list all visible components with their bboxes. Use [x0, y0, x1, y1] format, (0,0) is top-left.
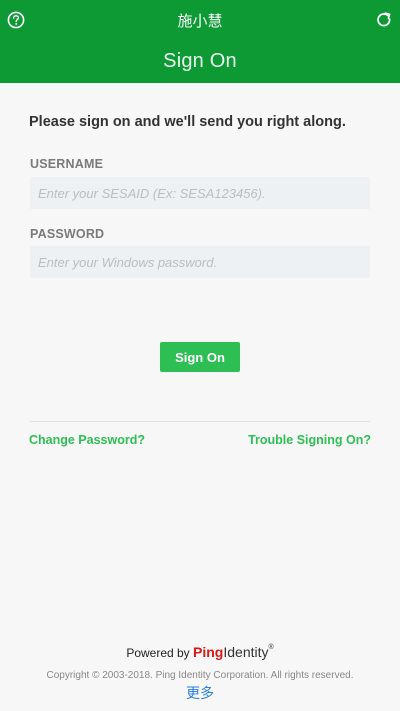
sign-on-button[interactable]: Sign On — [160, 342, 240, 372]
brand-identity-text: Identity — [223, 644, 269, 660]
powered-by: Powered by PingIdentity® — [0, 644, 400, 660]
change-password-link[interactable]: Change Password? — [29, 433, 145, 447]
sign-on-instruction: Please sign on and we'll send you right … — [29, 114, 346, 130]
ping-identity-logo: PingIdentity® — [193, 644, 274, 660]
powered-by-label: Powered by — [126, 646, 190, 660]
page-header: Sign On — [0, 40, 400, 83]
brand-ping-text: Ping — [193, 644, 224, 660]
more-link[interactable]: 更多 — [0, 683, 400, 703]
app-title: 施小慧 — [177, 12, 223, 30]
username-label: USERNAME — [30, 157, 104, 171]
copyright-text: Copyright © 2003-2018. Ping Identity Cor… — [46, 670, 354, 681]
password-input[interactable] — [30, 246, 370, 278]
page-title: Sign On — [163, 50, 237, 72]
username-input[interactable] — [30, 177, 370, 209]
divider — [30, 421, 370, 422]
password-label: PASSWORD — [30, 227, 105, 241]
trouble-signing-on-link[interactable]: Trouble Signing On? — [248, 433, 371, 447]
app-header: 施小慧 — [0, 0, 400, 40]
refresh-icon[interactable] — [375, 11, 393, 29]
brand-registered-mark: ® — [268, 644, 274, 651]
